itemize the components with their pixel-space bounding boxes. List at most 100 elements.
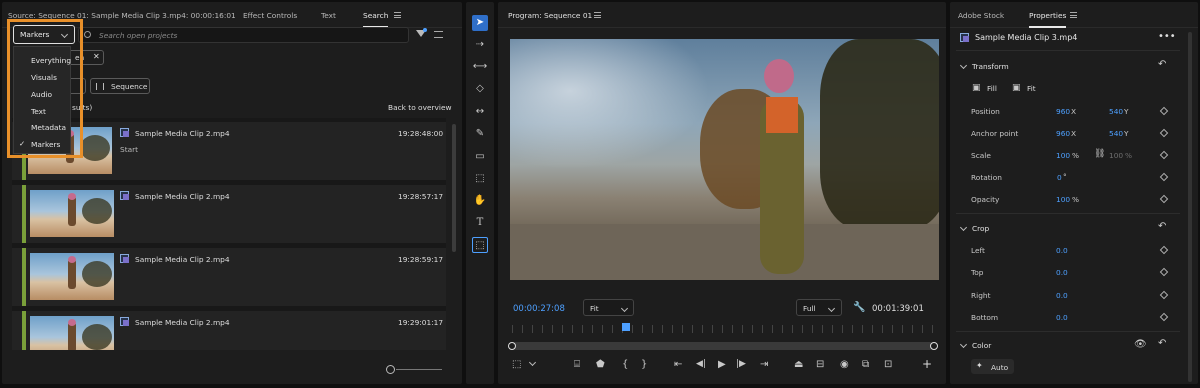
program-menu-icon[interactable] xyxy=(594,12,601,18)
current-timecode[interactable]: 00:00:27:08 xyxy=(513,304,565,314)
clip-thumbnail xyxy=(30,253,114,300)
auto-color-label: Auto xyxy=(991,363,1009,372)
reset-color-icon[interactable]: ↶ xyxy=(1158,338,1166,349)
color-section-title[interactable]: Color xyxy=(972,341,991,350)
link-icon[interactable]: ⛓ xyxy=(1094,149,1105,159)
insert-icon[interactable]: ⌸ xyxy=(574,359,580,370)
search-input[interactable]: Search open projects xyxy=(78,27,409,43)
scrub-bar[interactable] xyxy=(512,342,934,350)
crop-right-label: Right xyxy=(971,291,991,300)
go-to-in-icon[interactable]: ⇤ xyxy=(674,359,682,370)
crop-section-title[interactable]: Crop xyxy=(972,224,989,233)
rotation-value[interactable]: 0 xyxy=(1057,173,1062,182)
proxy-toggle-icon[interactable]: ⊡ xyxy=(884,359,892,370)
eye-icon[interactable]: 👁 xyxy=(1134,339,1147,350)
step-forward-icon[interactable]: |▶ xyxy=(736,359,746,369)
tab-search[interactable]: Search xyxy=(363,11,389,28)
program-title[interactable]: Program: Sequence 01 xyxy=(508,11,592,20)
add-button-icon[interactable]: + xyxy=(922,357,932,371)
selection-icon[interactable]: ➤ xyxy=(472,15,488,31)
go-to-out-icon[interactable]: ⇥ xyxy=(760,359,768,370)
clip-icon xyxy=(960,33,970,43)
step-back-icon[interactable]: ◀| xyxy=(696,359,706,369)
quality-select[interactable]: Full xyxy=(796,299,842,316)
transform-section-title[interactable]: Transform xyxy=(972,62,1009,71)
clip-name: Sample Media Clip 3.mp4 xyxy=(975,33,1078,42)
results-scrollbar[interactable] xyxy=(452,124,456,252)
lift-icon[interactable]: ⏏ xyxy=(794,359,803,370)
track-select-icon[interactable]: ⇢ xyxy=(472,37,488,53)
scale-value[interactable]: 100 xyxy=(1056,151,1070,160)
back-to-overview-link[interactable]: Back to overview xyxy=(388,103,452,112)
program-tabbar: Program: Sequence 01 xyxy=(498,2,946,28)
list-item[interactable] xyxy=(12,311,446,350)
position-y-value[interactable]: 540 xyxy=(1109,107,1123,116)
scrub-end-handle[interactable] xyxy=(930,342,938,350)
result-name: Sample Media Clip 2.mp4 xyxy=(135,255,230,264)
crop-left-value[interactable]: 0.0 xyxy=(1056,246,1068,255)
program-video-frame[interactable] xyxy=(510,39,939,280)
reset-transform-icon[interactable]: ↶ xyxy=(1158,59,1166,70)
fit-label[interactable]: Fit xyxy=(1027,84,1036,93)
slip-icon[interactable]: ↔ xyxy=(472,104,488,120)
sequence-filter-button[interactable]: Sequence xyxy=(90,78,150,94)
hand-icon[interactable]: ✋ xyxy=(472,193,488,209)
zoom-slider-handle[interactable] xyxy=(386,365,395,374)
list-options-icon[interactable] xyxy=(434,31,443,38)
video-sky-glow xyxy=(510,39,710,169)
color-collapse-icon[interactable] xyxy=(959,340,968,349)
transform-collapse-icon[interactable] xyxy=(959,61,968,70)
playhead[interactable] xyxy=(621,323,630,331)
caption-icon[interactable]: ⬚ xyxy=(472,237,488,253)
anchor-y-value[interactable]: 540 xyxy=(1109,129,1123,138)
zoom-slider-track[interactable] xyxy=(396,369,442,370)
tab-properties[interactable]: Properties xyxy=(1029,11,1067,28)
position-x-unit: X xyxy=(1071,107,1077,116)
fill-icon[interactable]: ▣ xyxy=(972,83,981,93)
anchor-point-label: Anchor point xyxy=(971,129,1019,138)
crop-right-value[interactable]: 0.0 xyxy=(1056,291,1068,300)
play-icon[interactable]: ▶ xyxy=(718,359,726,370)
crop-bottom-value[interactable]: 0.0 xyxy=(1056,313,1068,322)
scrub-start-handle[interactable] xyxy=(508,342,516,350)
rotation-label: Rotation xyxy=(971,173,1002,182)
settings-chevron-icon[interactable] xyxy=(528,358,537,367)
extract-icon[interactable]: ⊟ xyxy=(816,359,824,370)
fit-icon[interactable]: ▣ xyxy=(1012,83,1021,93)
fill-label[interactable]: Fill xyxy=(987,84,997,93)
mark-in-icon[interactable]: { xyxy=(622,359,628,370)
wrench-icon[interactable]: 🔧 xyxy=(853,302,865,313)
search-input-placeholder: Search open projects xyxy=(99,31,178,40)
crop-collapse-icon[interactable] xyxy=(959,223,968,232)
razor-icon[interactable]: ◇ xyxy=(472,81,488,97)
anchor-x-value[interactable]: 960 xyxy=(1056,129,1070,138)
quality-select-value: Full xyxy=(803,304,816,313)
export-frame-icon[interactable]: ◉ xyxy=(840,359,849,370)
mark-out-icon[interactable]: } xyxy=(641,359,647,370)
time-ruler[interactable] xyxy=(512,325,934,333)
properties-scrollbar[interactable] xyxy=(1188,32,1192,382)
result-marker-name: Start xyxy=(120,145,139,154)
transform-icon[interactable]: ⬚ xyxy=(472,171,488,187)
comparison-view-icon[interactable]: ⧉ xyxy=(862,359,869,370)
safe-margins-icon[interactable]: ⬚ xyxy=(512,359,521,370)
chip-close-icon[interactable]: ✕ xyxy=(93,52,100,61)
properties-menu-icon[interactable] xyxy=(1070,12,1077,18)
clip-thumbnail xyxy=(30,190,114,237)
auto-color-button[interactable]: ✦ Auto xyxy=(971,359,1014,374)
position-x-value[interactable]: 960 xyxy=(1056,107,1070,116)
rectangle-icon[interactable]: ▭ xyxy=(472,149,488,165)
type-icon[interactable]: T xyxy=(472,215,488,231)
crop-top-value[interactable]: 0.0 xyxy=(1056,268,1068,277)
search-panel-menu-icon[interactable] xyxy=(394,12,401,18)
add-marker-icon[interactable]: ⬟ xyxy=(596,359,605,370)
reset-crop-icon[interactable]: ↶ xyxy=(1158,221,1166,232)
tab-effect-controls[interactable]: Effect Controls xyxy=(243,11,297,20)
tab-text[interactable]: Text xyxy=(321,11,336,20)
ripple-edit-icon[interactable]: ⟷ xyxy=(472,59,488,75)
more-options-icon[interactable]: ••• xyxy=(1158,31,1176,42)
pen-icon[interactable]: ✎ xyxy=(472,126,488,142)
fit-select[interactable]: Fit xyxy=(583,299,634,316)
opacity-value[interactable]: 100 xyxy=(1056,195,1070,204)
tab-adobe-stock[interactable]: Adobe Stock xyxy=(958,11,1004,20)
